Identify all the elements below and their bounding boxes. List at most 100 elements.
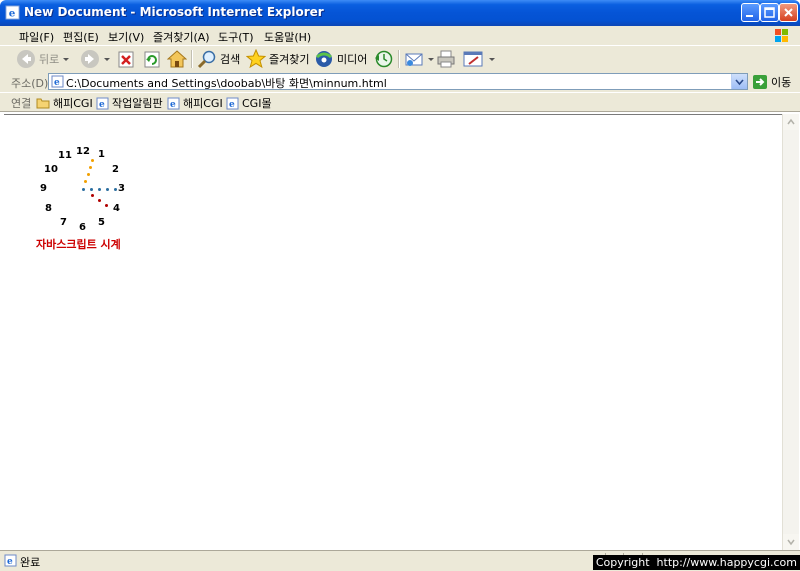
link-cgimall[interactable]: e CGI몰	[226, 95, 272, 111]
address-input[interactable]: e C:\Documents and Settings\doobab\바탕 화면…	[48, 73, 748, 90]
search-button[interactable]: 검색	[197, 49, 240, 69]
second-hand-dot	[87, 173, 90, 176]
minute-hand-dot	[114, 188, 117, 191]
clock-number-8: 8	[45, 203, 52, 214]
svg-text:e: e	[229, 100, 235, 110]
refresh-button[interactable]	[143, 49, 161, 69]
hour-hand-dot	[105, 204, 108, 207]
search-icon	[197, 50, 216, 69]
menu-file[interactable]: 파일(F)	[19, 29, 54, 45]
clock-number-2: 2	[112, 164, 119, 175]
toolbar: 뒤로 검색 즐겨찾기 미디어	[0, 45, 800, 73]
minute-hand-dot	[82, 188, 85, 191]
windows-logo-icon	[775, 29, 788, 42]
back-button[interactable]: 뒤로	[16, 49, 70, 69]
address-bar: 주소(D) e C:\Documents and Settings\doobab…	[0, 72, 800, 92]
second-hand-dot	[89, 166, 92, 169]
link-happycgi[interactable]: e 해피CGI	[167, 95, 223, 111]
clock-number-1: 1	[98, 149, 105, 160]
search-label: 검색	[220, 53, 241, 66]
media-button[interactable]: 미디어	[314, 49, 367, 69]
minimize-button[interactable]	[741, 3, 760, 22]
back-arrow-icon	[17, 50, 35, 68]
copyright-caption: Copyright http://www.happycgi.com	[592, 555, 800, 570]
link-label: CGI몰	[242, 97, 272, 110]
back-label: 뒤로	[39, 53, 60, 66]
edit-page-icon	[463, 51, 483, 67]
close-button[interactable]	[779, 3, 798, 22]
folder-icon	[36, 98, 50, 109]
edit-dropdown-icon[interactable]	[489, 57, 495, 61]
menu-help[interactable]: 도움말(H)	[264, 29, 311, 45]
hour-hand-dot	[98, 199, 101, 202]
svg-text:e: e	[170, 100, 176, 110]
address-dropdown-button[interactable]	[731, 74, 747, 89]
forward-dropdown-icon[interactable]	[104, 57, 110, 61]
mail-button[interactable]	[404, 49, 434, 69]
stop-button[interactable]	[117, 49, 135, 69]
link-label: 해피CGI	[53, 97, 93, 110]
star-icon	[246, 49, 266, 69]
second-hand-dot	[91, 159, 94, 162]
hour-hand-dot	[91, 194, 94, 197]
scroll-up-button[interactable]	[783, 114, 799, 130]
history-button[interactable]	[373, 49, 393, 69]
clock-number-5: 5	[98, 217, 105, 228]
home-button[interactable]	[167, 49, 187, 69]
menu-tools[interactable]: 도구(T)	[218, 29, 254, 45]
go-button[interactable]: 이동	[753, 74, 791, 90]
mail-icon	[405, 53, 423, 66]
clock-number-12: 12	[76, 146, 90, 157]
media-icon	[316, 51, 332, 67]
vertical-scrollbar[interactable]	[782, 114, 799, 550]
forward-arrow-icon	[81, 50, 99, 68]
page-content	[4, 114, 782, 551]
link-work-board[interactable]: e 작업알림판	[96, 95, 163, 111]
links-label: 연결	[11, 97, 32, 110]
back-dropdown-icon[interactable]	[63, 57, 70, 61]
page-icon: e	[96, 97, 109, 110]
mail-dropdown-icon[interactable]	[428, 57, 434, 61]
svg-text:e: e	[99, 100, 105, 110]
menu-favorites[interactable]: 즐겨찾기(A)	[153, 29, 210, 45]
print-button[interactable]	[436, 49, 456, 69]
clock-number-3: 3	[118, 183, 125, 194]
minute-hand-dot	[90, 188, 93, 191]
go-label: 이동	[771, 76, 792, 89]
clock-caption: 자바스크립트 시계	[36, 238, 121, 251]
minute-hand-dot	[106, 188, 109, 191]
printer-icon	[437, 50, 455, 68]
chevron-up-icon	[787, 118, 795, 125]
go-arrow-icon	[753, 75, 767, 89]
page-icon: e	[226, 97, 239, 110]
window-title: New Document - Microsoft Internet Explor…	[24, 5, 324, 19]
clock-number-4: 4	[113, 203, 120, 214]
stop-icon	[118, 51, 134, 68]
menu-view[interactable]: 보기(V)	[108, 29, 144, 45]
clock-number-10: 10	[44, 164, 58, 175]
address-value: C:\Documents and Settings\doobab\바탕 화면\m…	[66, 77, 387, 90]
minute-hand-dot	[98, 188, 101, 191]
edit-button[interactable]	[463, 49, 495, 69]
svg-text:e: e	[54, 78, 60, 88]
home-icon	[167, 50, 187, 68]
menu-bar: 파일(F) 편집(E) 보기(V) 즐겨찾기(A) 도구(T) 도움말(H)	[0, 26, 800, 46]
favorites-label: 즐겨찾기	[269, 53, 310, 66]
menu-edit[interactable]: 편집(E)	[63, 29, 99, 45]
forward-button[interactable]	[80, 49, 110, 69]
links-bar: 연결 해피CGI e 작업알림판 e 해피CGI e CGI몰	[0, 92, 800, 112]
ie-icon: e	[5, 5, 20, 20]
favorites-button[interactable]: 즐겨찾기	[246, 49, 309, 69]
clock-number-9: 9	[40, 183, 47, 194]
media-label: 미디어	[337, 53, 368, 66]
link-label: 해피CGI	[183, 97, 223, 110]
address-label: 주소(D)	[11, 77, 49, 90]
clock-number-7: 7	[60, 217, 67, 228]
clock-number-11: 11	[58, 150, 72, 161]
link-happycgi-folder[interactable]: 해피CGI	[36, 95, 93, 111]
maximize-button[interactable]	[760, 3, 779, 22]
clock-number-6: 6	[79, 222, 86, 233]
link-label: 작업알림판	[112, 97, 163, 110]
chevron-down-icon	[787, 539, 795, 546]
scroll-down-button[interactable]	[783, 534, 799, 550]
